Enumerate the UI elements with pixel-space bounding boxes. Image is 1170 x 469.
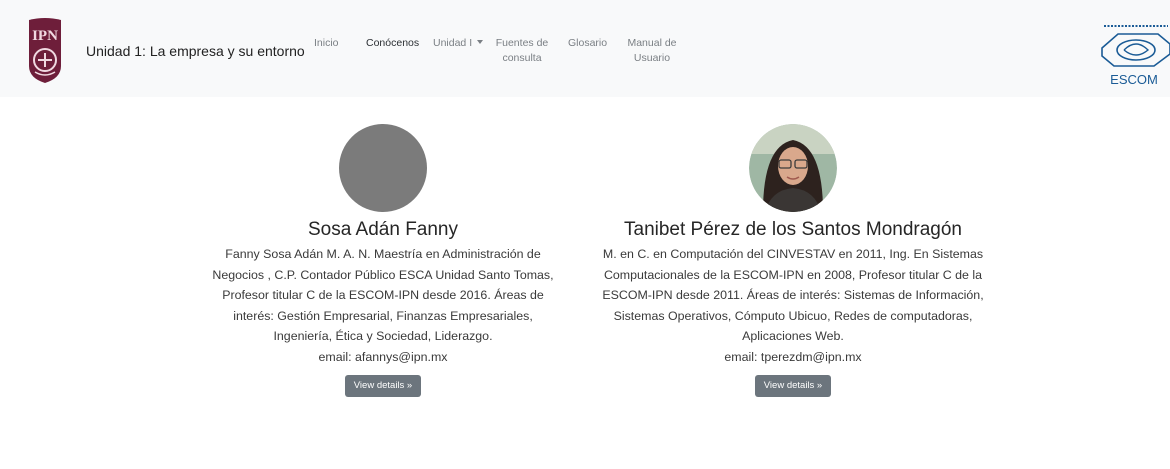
nav-item-fuentes[interactable]: Fuentes de consulta (494, 36, 550, 66)
person-card-sosa: Sosa Adán Fanny Fanny Sosa Adán M. A. N.… (205, 124, 561, 397)
person-bio: Fanny Sosa Adán M. A. N. Maestría en Adm… (205, 244, 561, 367)
navbar-brand[interactable]: Unidad 1: La empresa y su entorno (86, 43, 305, 59)
person-bio-text: Fanny Sosa Adán M. A. N. Maestría en Adm… (212, 247, 554, 343)
nav-item-manual-line1: Manual de (627, 37, 677, 49)
ipn-logo-icon[interactable]: IPN (26, 16, 64, 84)
escom-logo-icon[interactable]: ESCOM (1098, 20, 1170, 90)
navbar: IPN Unidad 1: La empresa y su entorno In… (0, 0, 1170, 97)
nav-item-fuentes-line1: Fuentes de (495, 37, 549, 49)
person-email: email: tperezdm@ipn.mx (724, 349, 862, 364)
view-details-button[interactable]: View details » (754, 375, 832, 397)
person-name: Sosa Adán Fanny (308, 219, 458, 240)
nav-item-unidad-dropdown[interactable]: Unidad I (433, 36, 483, 51)
person-email: email: afannys@ipn.mx (318, 349, 448, 364)
nav-item-manual-line2: Usuario (633, 52, 671, 64)
ipn-logo-letters: IPN (32, 28, 58, 44)
nav-item-manual[interactable]: Manual de Usuario (626, 36, 678, 66)
avatar-photo (749, 124, 837, 212)
avatar-placeholder (339, 124, 427, 212)
nav-item-inicio[interactable]: Inicio (314, 36, 339, 51)
person-card-tanibet: Tanibet Pérez de los Santos Mondragón M.… (598, 124, 988, 397)
person-bio: M. en C. en Computación del CINVESTAV en… (598, 244, 988, 367)
nav-item-glosario[interactable]: Glosario (568, 36, 607, 51)
nav-item-unidad-label: Unidad I (433, 37, 473, 49)
nav-item-fuentes-line2: consulta (502, 52, 542, 64)
person-bio-text: M. en C. en Computación del CINVESTAV en… (602, 247, 984, 343)
view-details-button[interactable]: View details » (344, 375, 422, 397)
nav-item-conocenos[interactable]: Conócenos (366, 36, 419, 51)
escom-logo-text: ESCOM (1110, 72, 1158, 87)
person-name: Tanibet Pérez de los Santos Mondragón (624, 219, 962, 240)
